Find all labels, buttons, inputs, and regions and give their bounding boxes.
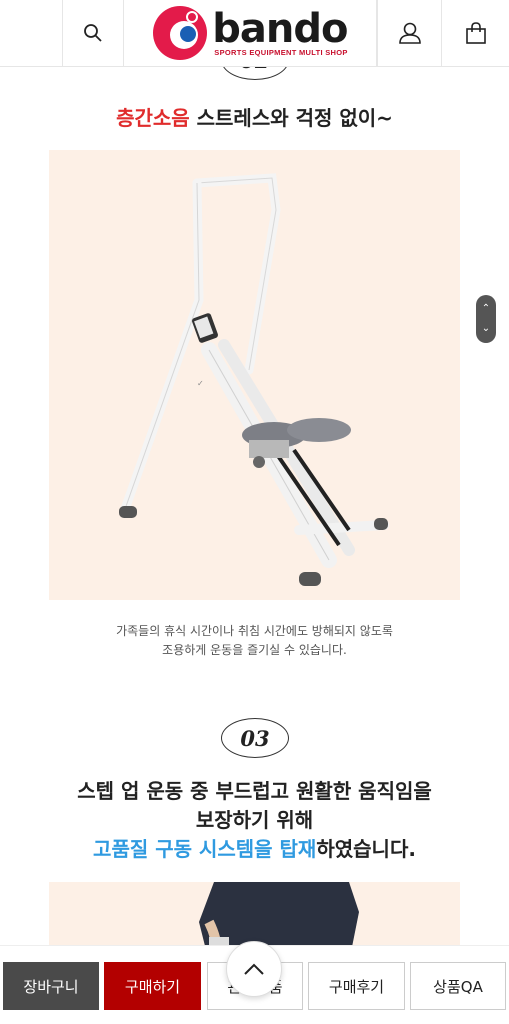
top-header: bando SPORTS EQUIPMENT MULTI SHOP (0, 0, 509, 67)
step-machine-illustration: ✓ (119, 173, 389, 586)
logo-subtitle: SPORTS EQUIPMENT MULTI SHOP (214, 47, 348, 57)
section-number-badge: 03 (221, 718, 289, 758)
page-scroll-buttons[interactable]: ⌃ ⌄ (476, 295, 496, 343)
heading-line: 스텝 업 운동 중 부드럽고 원활한 움직임을 (77, 779, 432, 803)
header-blank-cell (0, 0, 63, 66)
user-icon (398, 22, 421, 44)
search-icon (84, 24, 102, 42)
search-button[interactable] (63, 0, 124, 66)
heading-line: 고품질 구동 시스템을 탑재하였습니다. (0, 835, 509, 864)
reviews-button[interactable]: 구매후기 (308, 962, 405, 1010)
shopping-bag-icon (465, 22, 486, 44)
heading-highlight: 층간소음 (116, 106, 190, 130)
logo: bando SPORTS EQUIPMENT MULTI SHOP (152, 5, 349, 61)
section-heading: 층간소음 스트레스와 걱정 없이~ (0, 102, 509, 131)
heading-text: 하였습니다. (316, 837, 416, 861)
scroll-down-icon[interactable]: ⌄ (482, 324, 490, 334)
heading-text: 스트레스와 걱정 없이~ (189, 106, 393, 130)
logo-mark-icon (153, 6, 208, 60)
buy-button[interactable]: 구매하기 (104, 962, 201, 1010)
chevron-up-icon (244, 963, 264, 975)
description-line: 가족들의 휴식 시간이나 취침 시간에도 방해되지 않도록 (116, 624, 393, 638)
description-line: 조용하게 운동을 즐기실 수 있습니다. (162, 643, 347, 657)
svg-text:✓: ✓ (197, 379, 204, 388)
scroll-up-icon[interactable]: ⌃ (482, 304, 490, 314)
section-heading: 스텝 업 운동 중 부드럽고 원활한 움직임을 보장하기 위해 고품질 구동 시… (0, 777, 509, 864)
product-qa-button[interactable]: 상품QA (410, 962, 506, 1010)
heading-line: 보장하기 위해 (195, 808, 314, 832)
heading-highlight: 고품질 구동 시스템을 탑재 (93, 837, 317, 861)
scroll-to-top-button[interactable] (226, 941, 282, 997)
logo-link[interactable]: bando SPORTS EQUIPMENT MULTI SHOP (124, 0, 377, 66)
bottom-action-bar: 장바구니 구매하기 관심상품 구매후기 상품QA (0, 941, 509, 1024)
account-button[interactable] (377, 0, 442, 66)
section-description: 가족들의 휴식 시간이나 취침 시간에도 방해되지 않도록 조용하게 운동을 즐… (0, 622, 509, 660)
logo-name: bando (212, 5, 348, 52)
cart-button[interactable]: 장바구니 (3, 962, 99, 1010)
product-photo: ✓ (49, 150, 460, 600)
cart-header-button[interactable] (442, 0, 509, 66)
